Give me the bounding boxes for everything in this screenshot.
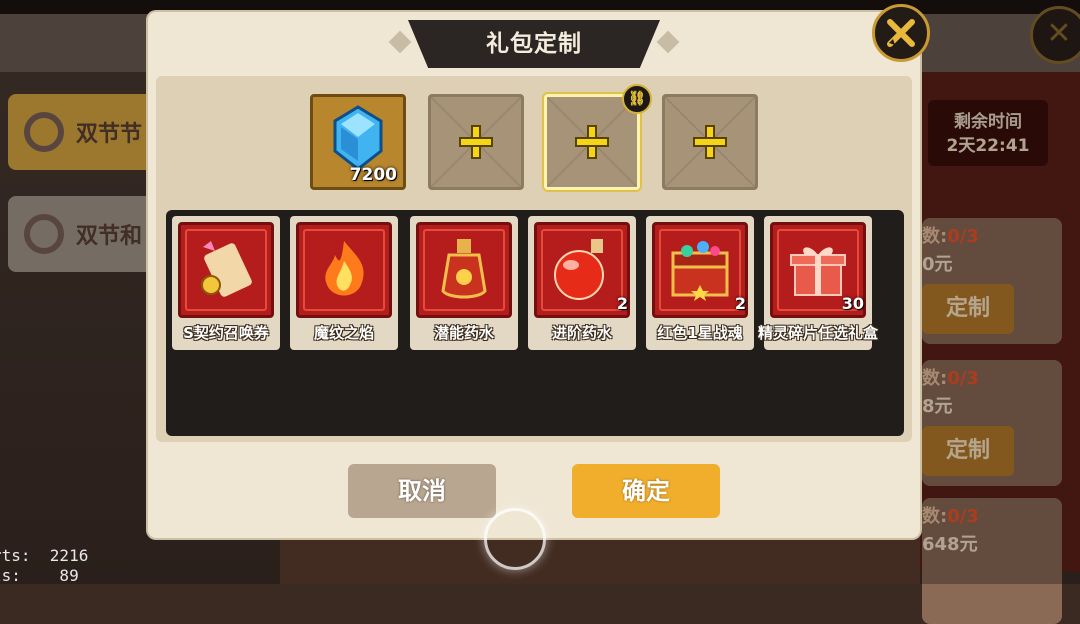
item-count: 2 — [734, 294, 746, 313]
summon-scroll-icon — [178, 222, 274, 318]
plus-icon — [693, 125, 727, 159]
item-label: S契约召唤券 — [183, 324, 269, 342]
confirm-button[interactable]: 确定 — [572, 464, 720, 518]
dialog-title: 礼包定制 — [486, 31, 582, 57]
plus-icon — [575, 125, 609, 159]
item-count: 30 — [841, 294, 864, 313]
treasure-chest-icon — [652, 222, 748, 318]
item-card[interactable]: 潜能药水 — [410, 216, 518, 350]
item-card[interactable]: 魔纹之焰 — [290, 216, 398, 350]
selected-slot-diamond[interactable]: 7200 — [310, 94, 406, 190]
empty-slot[interactable] — [662, 94, 758, 190]
plus-icon — [459, 125, 493, 159]
item-label: 潜能药水 — [433, 324, 494, 342]
item-count: 2 — [616, 294, 628, 313]
item-card[interactable]: 30 精灵碎片任选礼盒 — [758, 216, 878, 350]
close-crossed-swords-icon — [887, 19, 915, 47]
item-card[interactable]: 2 进阶药水 — [528, 216, 636, 350]
slot-count: 7200 — [349, 165, 397, 185]
cancel-button[interactable]: 取消 — [348, 464, 496, 518]
flame-icon — [296, 222, 392, 318]
debug-readout-line: rts: 2216 — [0, 546, 89, 565]
potential-potion-icon — [416, 222, 512, 318]
touch-indicator — [484, 508, 546, 570]
item-card[interactable]: S契约召唤券 — [172, 216, 280, 350]
item-label: 红色1星战魂 — [657, 324, 743, 342]
item-label: 精灵碎片任选礼盒 — [758, 324, 879, 342]
close-button[interactable] — [872, 4, 930, 62]
item-label: 魔纹之焰 — [313, 324, 374, 342]
debug-readout-line: ls: 89 — [0, 566, 79, 585]
item-card[interactable]: 2 红色1星战魂 — [646, 216, 754, 350]
dialog-title-banner: 礼包定制 — [386, 20, 682, 68]
link-icon[interactable]: ⛓ — [622, 84, 652, 114]
advance-potion-icon — [534, 222, 630, 318]
item-label: 进阶药水 — [551, 324, 612, 342]
empty-slot[interactable] — [428, 94, 524, 190]
